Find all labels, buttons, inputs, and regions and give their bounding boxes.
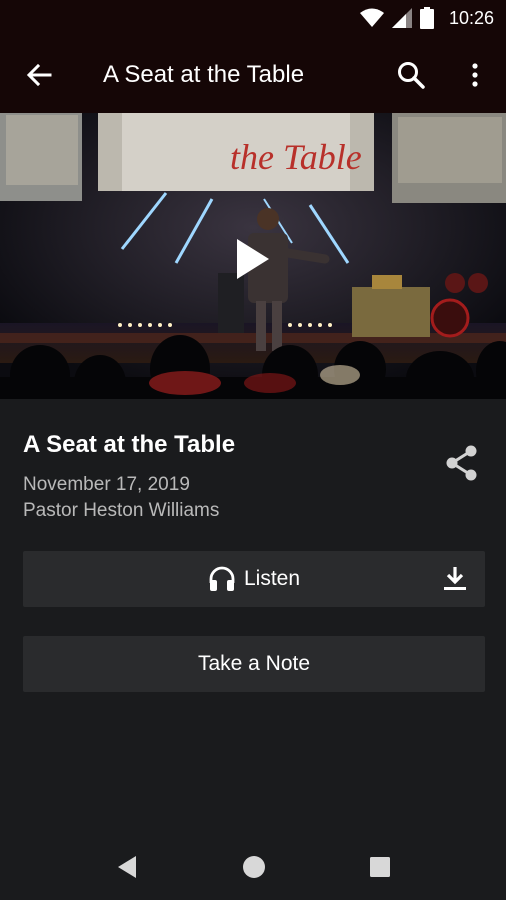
listen-button[interactable]: Listen [23,551,485,607]
system-nav-bar [0,835,506,900]
status-time: 10:26 [448,8,494,28]
nav-recents-icon[interactable] [369,856,391,878]
headphones-icon [209,566,235,591]
status-icons [360,7,434,29]
video-player[interactable]: the Table [0,113,506,399]
app-bar: A Seat at the Table [0,36,506,113]
sermon-title: A Seat at the Table [23,431,236,458]
battery-icon [420,7,434,29]
take-note-label: Take a Note [197,652,311,675]
download-icon[interactable] [441,565,469,593]
more-vert-icon[interactable] [458,58,492,92]
sermon-date: November 17, 2019 [23,474,190,495]
page-title: A Seat at the Table [103,61,305,88]
nav-home-icon[interactable] [242,855,266,879]
cell-signal-icon [392,8,412,28]
sermon-details: A Seat at the Table November 17, 2019 Pa… [0,399,506,835]
sermon-speaker: Pastor Heston Williams [23,500,220,521]
wifi-icon [360,8,384,27]
play-icon[interactable] [225,233,277,285]
take-note-button[interactable]: Take a Note [23,636,485,692]
status-bar: 10:26 [0,0,506,36]
listen-label: Listen [243,567,301,590]
nav-back-icon[interactable] [116,855,138,879]
screen-title-text: the Table [230,137,362,177]
search-icon[interactable] [394,58,428,92]
share-icon[interactable] [442,443,482,483]
back-arrow-icon[interactable] [22,58,56,92]
